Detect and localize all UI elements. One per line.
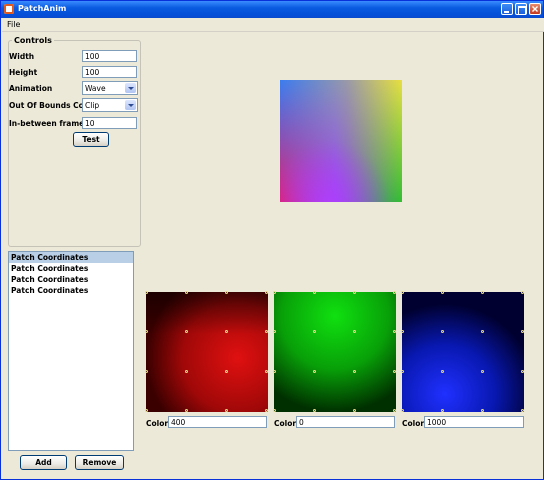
red-color-label: Color [146, 419, 169, 428]
control-point[interactable] [265, 291, 268, 294]
width-label: Width [9, 52, 35, 61]
control-point[interactable] [521, 409, 524, 412]
test-button[interactable]: Test [73, 132, 109, 147]
control-point[interactable] [481, 409, 484, 412]
control-point[interactable] [225, 409, 228, 412]
control-point[interactable] [185, 291, 188, 294]
minimize-icon [504, 11, 509, 13]
control-point[interactable] [353, 291, 356, 294]
control-point[interactable] [145, 369, 148, 373]
controls-legend: Controls [12, 36, 54, 45]
control-point[interactable] [401, 409, 404, 412]
green-patch[interactable] [274, 292, 396, 412]
control-point[interactable] [145, 291, 148, 294]
control-point[interactable] [145, 409, 148, 412]
blue-patch[interactable] [402, 292, 524, 412]
red-color-field[interactable]: 400 [168, 416, 267, 428]
java-app-icon [4, 4, 14, 14]
close-icon [532, 6, 538, 12]
control-point[interactable] [393, 291, 396, 294]
blue-color-field[interactable]: 1000 [424, 416, 524, 428]
animation-label: Animation [9, 84, 53, 93]
control-point[interactable] [313, 369, 316, 373]
control-point[interactable] [481, 369, 484, 373]
maximize-button[interactable] [515, 3, 527, 15]
window-title: PatchAnim [18, 4, 67, 13]
patch-list[interactable]: Patch Coordinates Patch Coordinates Patc… [8, 251, 134, 451]
control-point[interactable] [185, 369, 188, 373]
control-point[interactable] [481, 291, 484, 294]
title-bar[interactable]: PatchAnim [1, 1, 543, 18]
control-point[interactable] [393, 369, 396, 373]
control-point[interactable] [393, 409, 396, 412]
list-item[interactable]: Patch Coordinates [9, 274, 133, 285]
minimize-button[interactable] [501, 3, 513, 15]
control-point[interactable] [353, 409, 356, 412]
control-point[interactable] [225, 291, 228, 294]
green-color-label: Color [274, 419, 297, 428]
control-point[interactable] [313, 409, 316, 412]
add-button[interactable]: Add [20, 455, 67, 470]
blue-color-label: Color [402, 419, 425, 428]
remove-button[interactable]: Remove [75, 455, 124, 470]
frames-label: In-between frames [9, 119, 89, 128]
control-point[interactable] [401, 291, 404, 294]
close-button[interactable] [529, 3, 541, 15]
green-color-field[interactable]: 0 [296, 416, 395, 428]
control-point[interactable] [441, 291, 444, 294]
list-item[interactable]: Patch Coordinates [9, 252, 133, 263]
menu-bar: File [2, 18, 544, 32]
height-label: Height [9, 68, 38, 77]
list-item[interactable]: Patch Coordinates [9, 263, 133, 274]
oob-color-value: Clip [85, 101, 100, 110]
control-point[interactable] [401, 369, 404, 373]
control-point[interactable] [273, 409, 276, 412]
control-point[interactable] [273, 369, 276, 373]
control-point[interactable] [265, 409, 268, 412]
control-point[interactable] [353, 369, 356, 373]
chevron-down-icon[interactable] [125, 83, 136, 93]
maximize-icon [518, 6, 526, 15]
control-point[interactable] [273, 291, 276, 294]
control-point[interactable] [441, 409, 444, 412]
animation-value: Wave [85, 84, 106, 93]
chevron-down-icon[interactable] [125, 100, 136, 110]
control-point[interactable] [521, 291, 524, 294]
red-patch[interactable] [146, 292, 268, 412]
control-point[interactable] [521, 369, 524, 373]
animation-select[interactable]: Wave [82, 81, 138, 95]
frames-field[interactable]: 10 [82, 117, 137, 129]
width-field[interactable]: 100 [82, 50, 137, 62]
height-field[interactable]: 100 [82, 66, 137, 78]
preview-patch [280, 80, 402, 202]
control-point[interactable] [313, 291, 316, 294]
list-item[interactable]: Patch Coordinates [9, 285, 133, 296]
control-point[interactable] [441, 369, 444, 373]
oob-color-select[interactable]: Clip [82, 98, 138, 112]
control-point[interactable] [225, 369, 228, 373]
menu-file[interactable]: File [7, 20, 20, 29]
control-point[interactable] [185, 409, 188, 412]
control-point[interactable] [265, 369, 268, 373]
